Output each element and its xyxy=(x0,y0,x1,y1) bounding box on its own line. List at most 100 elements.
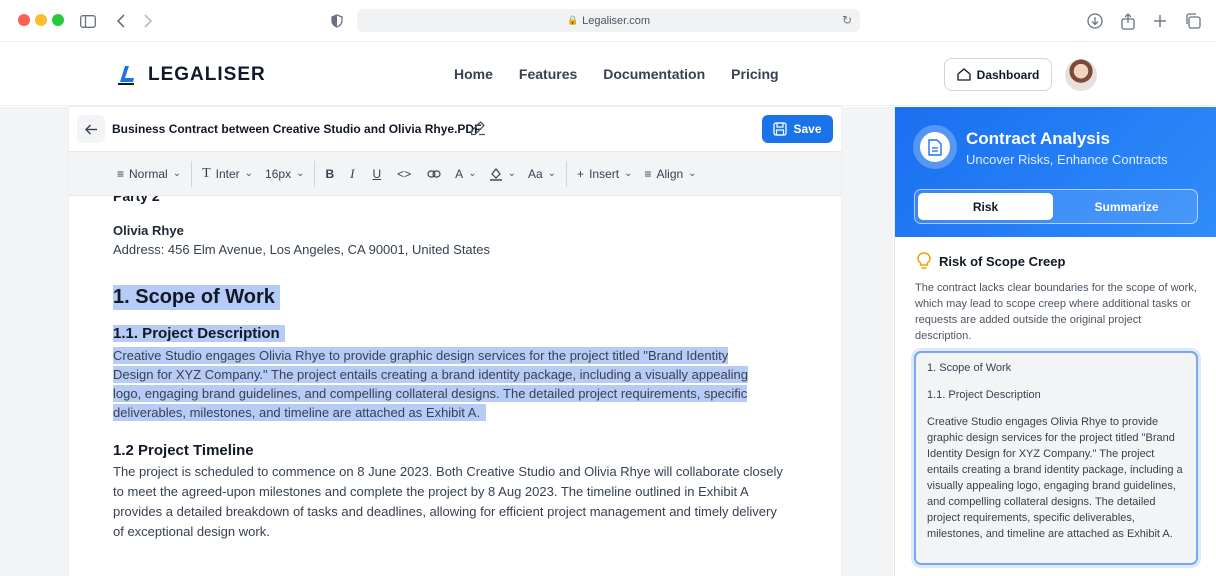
user-avatar[interactable] xyxy=(1065,59,1097,91)
document-title: Business Contract between Creative Studi… xyxy=(112,122,482,136)
paragraph-line: deliverables, milestones, and timeline a… xyxy=(113,404,487,421)
chevron-down-icon: ⌄ xyxy=(688,168,697,179)
app-header: LEGALISER Home Features Documentation Pr… xyxy=(0,42,1216,106)
tab-risk[interactable]: Risk xyxy=(918,193,1053,220)
party-heading: Party 2 xyxy=(113,196,160,204)
link-icon xyxy=(427,169,441,178)
url-text: Legaliser.com xyxy=(582,14,651,27)
bold-button[interactable]: B xyxy=(319,151,340,196)
align-left-icon: ≡ xyxy=(644,166,652,181)
subsection-heading: 1.1. Project Description xyxy=(113,325,285,342)
section-heading: 1. Scope of Work xyxy=(113,285,280,310)
toolbar-divider xyxy=(314,160,316,187)
document-icon xyxy=(913,125,957,169)
lightbulb-icon xyxy=(917,252,931,269)
analysis-tabs: Risk Summarize xyxy=(914,189,1198,224)
tab-summarize[interactable]: Summarize xyxy=(1059,193,1194,220)
italic-button[interactable]: I xyxy=(340,151,364,196)
font-family-select[interactable]: T Inter ⌄ xyxy=(196,151,259,196)
party-name: Olivia Rhye xyxy=(113,223,184,238)
paragraph-style-select[interactable]: ≡ Normal ⌄ xyxy=(111,151,187,196)
paragraph-line: Design for XYZ Company." The project ent… xyxy=(113,366,748,383)
insert-menu[interactable]: + Insert ⌄ xyxy=(571,151,638,196)
new-tab-icon[interactable] xyxy=(1150,11,1170,31)
home-icon xyxy=(957,68,971,81)
subsection-heading: 1.2 Project Timeline xyxy=(113,442,254,459)
nav-pricing[interactable]: Pricing xyxy=(731,66,778,82)
chevron-down-icon: ⌄ xyxy=(172,168,182,179)
tab-overview-icon[interactable] xyxy=(1183,11,1203,31)
save-button[interactable]: Save xyxy=(762,115,833,143)
document-editor: Business Contract between Creative Studi… xyxy=(69,107,841,576)
align-label: Align xyxy=(656,166,684,181)
paragraph-style-value: Normal xyxy=(129,166,168,181)
editor-area: Business Contract between Creative Studi… xyxy=(0,107,893,576)
align-menu[interactable]: ≡ Align ⌄ xyxy=(638,151,702,196)
panel-title: Contract Analysis xyxy=(966,129,1110,148)
brand-name: LEGALISER xyxy=(148,64,266,85)
font-family-value: Inter xyxy=(215,166,240,181)
back-nav-icon[interactable] xyxy=(111,11,131,31)
window-maximize-button[interactable] xyxy=(52,14,64,26)
underline-button[interactable]: U xyxy=(364,151,389,196)
quote-line: 1. Scope of Work xyxy=(927,362,1012,374)
paragraph: The project is scheduled to commence on … xyxy=(113,464,783,539)
lock-icon: 🔒 xyxy=(566,15,579,25)
address-bar[interactable]: 🔒 Legaliser.com ↻ xyxy=(357,9,860,32)
window-minimize-button[interactable] xyxy=(35,14,47,26)
risk-description: The contract lacks clear boundaries for … xyxy=(915,282,1197,342)
save-icon xyxy=(773,122,788,136)
dashboard-label: Dashboard xyxy=(976,67,1040,82)
arrow-left-icon xyxy=(84,124,97,134)
lines-icon: ≡ xyxy=(117,166,125,181)
share-icon[interactable] xyxy=(1118,11,1138,31)
quote-line: 1.1. Project Description xyxy=(927,389,1041,401)
paint-bucket-icon xyxy=(489,167,502,181)
pencil-icon[interactable] xyxy=(470,120,486,141)
document-content[interactable]: Party 2 Olivia Rhye Address: 456 Elm Ave… xyxy=(113,196,813,576)
quoted-clause[interactable]: 1. Scope of Work 1.1. Project Descriptio… xyxy=(914,351,1198,565)
toolbar-divider xyxy=(191,160,193,187)
font-size-select[interactable]: 16px ⌄ xyxy=(259,151,310,196)
nav-features[interactable]: Features xyxy=(519,66,577,82)
reload-icon[interactable]: ↻ xyxy=(842,13,852,27)
nav-home[interactable]: Home xyxy=(454,66,493,82)
shield-icon[interactable] xyxy=(327,11,347,31)
code-button[interactable]: <> xyxy=(389,151,419,196)
logo-icon xyxy=(118,66,134,85)
font-size-value: 16px xyxy=(265,166,292,181)
selected-paragraph: Creative Studio engages Olivia Rhye to p… xyxy=(113,346,788,422)
chevron-down-icon: ⌄ xyxy=(547,168,557,179)
forward-nav-icon[interactable] xyxy=(138,11,158,31)
text-color-select[interactable]: A ⌄ xyxy=(449,151,482,196)
chevron-down-icon: ⌄ xyxy=(624,168,633,179)
chevron-down-icon: ⌄ xyxy=(507,168,516,179)
window-close-button[interactable] xyxy=(18,14,30,26)
sidebar-toggle-icon[interactable] xyxy=(78,11,98,31)
panel-subtitle: Uncover Risks, Enhance Contracts xyxy=(966,152,1168,167)
chevron-down-icon: ⌄ xyxy=(296,168,305,179)
brand-logo[interactable]: LEGALISER xyxy=(116,64,266,86)
plus-icon: + xyxy=(577,166,585,181)
nav-documentation[interactable]: Documentation xyxy=(603,66,705,82)
chevron-down-icon: ⌄ xyxy=(244,168,254,179)
code-icon: <> xyxy=(397,166,412,181)
insert-label: Insert xyxy=(589,166,620,181)
risk-title: Risk of Scope Creep xyxy=(939,253,1066,269)
main-nav: Home Features Documentation Pricing xyxy=(454,66,779,82)
document-header: Business Contract between Creative Studi… xyxy=(69,107,841,151)
dashboard-button[interactable]: Dashboard xyxy=(944,58,1052,91)
quote-paragraph: Creative Studio engages Olivia Rhye to p… xyxy=(927,416,1183,540)
back-button[interactable] xyxy=(77,115,105,143)
formatting-toolbar: ≡ Normal ⌄ T Inter ⌄ 16px ⌄ B I U <> A ⌄… xyxy=(69,151,841,196)
text-type-icon: T xyxy=(202,165,211,181)
text-case-select[interactable]: Aa ⌄ xyxy=(522,151,562,196)
text-color-value: A xyxy=(455,166,464,181)
highlight-color-select[interactable]: ⌄ xyxy=(483,151,522,196)
chevron-down-icon: ⌄ xyxy=(468,168,477,179)
download-icon[interactable] xyxy=(1085,11,1105,31)
contract-analysis-panel: Contract Analysis Uncover Risks, Enhance… xyxy=(894,107,1216,576)
text-case-value: Aa xyxy=(527,166,543,181)
risk-heading: Risk of Scope Creep xyxy=(917,252,1065,270)
link-button[interactable] xyxy=(419,151,449,196)
